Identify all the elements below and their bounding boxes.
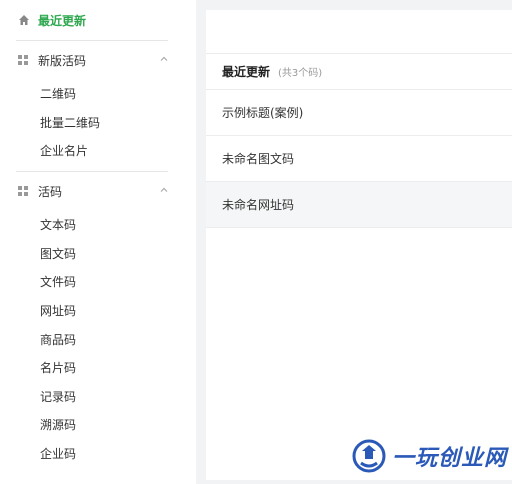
home-icon bbox=[19, 15, 29, 25]
main-toolbar bbox=[206, 10, 512, 54]
sidebar-group-label: 新版活码 bbox=[38, 53, 87, 68]
sidebar-group-new-live-code: 新版活码 二维码 批量二维码 企业名片 bbox=[0, 41, 196, 165]
sidebar-item-url-code[interactable]: 网址码 bbox=[0, 296, 196, 325]
sidebar-item-recent[interactable]: 最近更新 bbox=[0, 0, 196, 40]
list-item[interactable]: 未命名图文码 bbox=[206, 136, 512, 182]
sidebar-item-business-card[interactable]: 企业名片 bbox=[0, 137, 196, 166]
grid-icon bbox=[18, 186, 28, 197]
sidebar-group-header[interactable]: 活码 bbox=[0, 172, 196, 210]
sidebar: 最近更新 新版活码 二维码 批量二维码 企业名片 活码 文本码 图文码 文件码 … bbox=[0, 0, 196, 484]
sidebar-item-file-code[interactable]: 文件码 bbox=[0, 268, 196, 297]
list-count: (共3个码) bbox=[278, 68, 323, 79]
sidebar-item-card-code[interactable]: 名片码 bbox=[0, 353, 196, 382]
sidebar-item-product-code[interactable]: 商品码 bbox=[0, 325, 196, 354]
sidebar-group-header[interactable]: 新版活码 bbox=[0, 41, 196, 79]
sidebar-item-enterprise-code[interactable]: 企业码 bbox=[0, 439, 196, 468]
sidebar-item-batch-qrcode[interactable]: 批量二维码 bbox=[0, 108, 196, 137]
sidebar-group-live-code: 活码 文本码 图文码 文件码 网址码 商品码 名片码 记录码 溯源码 企业码 bbox=[0, 172, 196, 467]
list-title: 最近更新 bbox=[222, 65, 271, 79]
sidebar-item-qrcode[interactable]: 二维码 bbox=[0, 79, 196, 108]
chevron-up-icon[interactable] bbox=[160, 186, 168, 194]
sidebar-item-trace-code[interactable]: 溯源码 bbox=[0, 411, 196, 440]
watermark-text: 一玩创业网 bbox=[392, 445, 508, 471]
grid-icon bbox=[18, 55, 28, 65]
sidebar-item-image-text-code[interactable]: 图文码 bbox=[0, 239, 196, 268]
list-header: 最近更新 (共3个码) bbox=[206, 54, 512, 90]
sidebar-item-label: 最近更新 bbox=[38, 13, 87, 28]
watermark-logo-icon bbox=[352, 439, 386, 473]
sidebar-item-record-code[interactable]: 记录码 bbox=[0, 382, 196, 411]
sidebar-item-text-code[interactable]: 文本码 bbox=[0, 210, 196, 239]
watermark: 一玩创业网 bbox=[352, 436, 512, 476]
list-item[interactable]: 示例标题(案例) bbox=[206, 90, 512, 136]
main-panel: 最近更新 (共3个码) 示例标题(案例) 未命名图文码 未命名网址码 bbox=[206, 10, 512, 480]
list-item[interactable]: 未命名网址码 bbox=[206, 182, 512, 228]
chevron-up-icon[interactable] bbox=[160, 55, 168, 63]
sidebar-group-label: 活码 bbox=[38, 184, 63, 199]
